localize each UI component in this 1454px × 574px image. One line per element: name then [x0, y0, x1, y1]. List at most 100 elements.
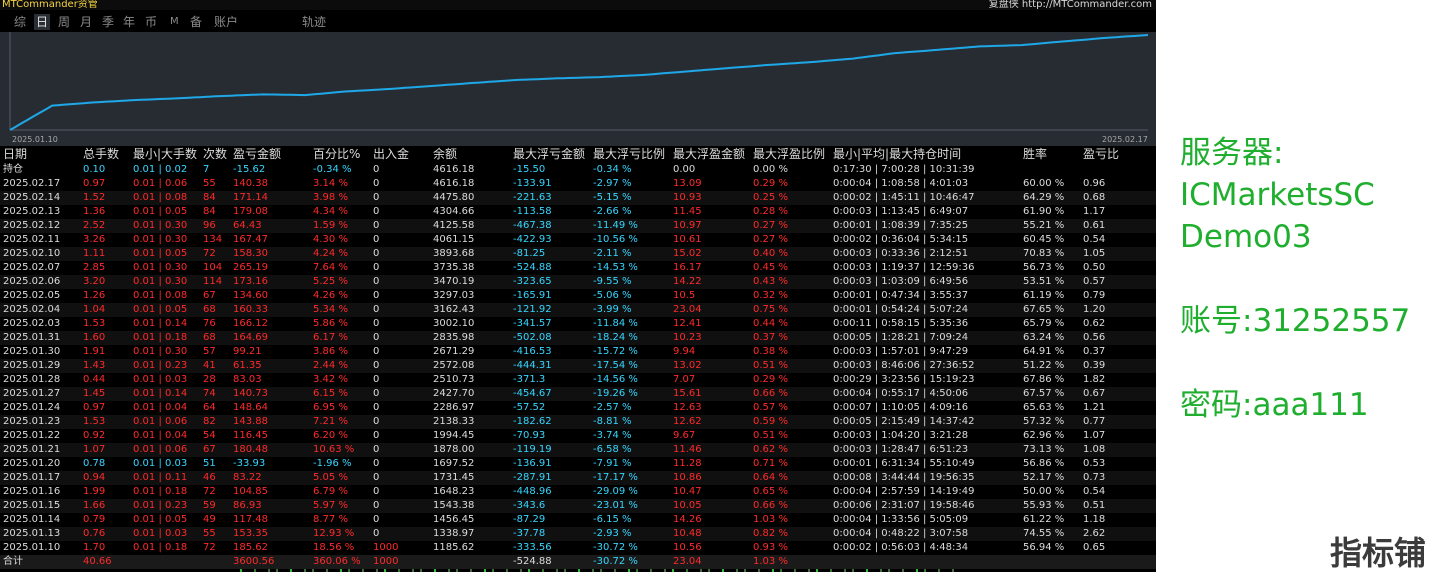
cell-8: -444.31	[513, 360, 552, 371]
cell-7: 1185.62	[433, 542, 475, 553]
cell-1: 1.04	[83, 304, 106, 315]
cell-10: 10.61	[673, 234, 702, 245]
cell-9: -23.01 %	[593, 500, 638, 511]
bottom-scroll-strip[interactable]	[0, 568, 1156, 572]
cell-8: -287.91	[513, 472, 552, 483]
cell-1: 1.99	[83, 486, 106, 497]
cell-1: 1.60	[83, 332, 106, 343]
cell-0: 2025.01.14	[3, 514, 61, 525]
cell-4: 185.62	[233, 542, 268, 553]
cell-3: 74	[203, 388, 216, 399]
cell-6: 0	[373, 206, 380, 217]
password-line: 密码:aaa111	[1180, 384, 1450, 426]
cell-4: 61.35	[233, 360, 262, 371]
cell-13: 62.96 %	[1023, 430, 1065, 441]
cell-12: 0:00:07 | 1:10:05 | 4:09:16	[833, 402, 969, 413]
table-row: 2025.01.10 1.70 0.01 | 0.18 72 185.62 18.56 %…	[0, 541, 1156, 555]
cell-13: 74.55 %	[1023, 528, 1065, 539]
cell-8: -221.63	[513, 192, 552, 203]
tab-1[interactable]: 日	[34, 14, 51, 30]
cell-11: 0.51 %	[753, 360, 788, 371]
cell-5: 3.86 %	[313, 346, 348, 357]
password-value: aaa111	[1252, 387, 1369, 423]
tab-3[interactable]: 月	[78, 14, 94, 30]
cell-2: 0.01 | 0.05	[133, 248, 188, 259]
cell-11: 0.25 %	[753, 192, 788, 203]
cell-3: 76	[203, 318, 216, 329]
tab-2[interactable]: 周	[56, 14, 72, 30]
cell-10: 14.26	[673, 514, 702, 525]
cell-1: 3.26	[83, 234, 106, 245]
cell-7: 2427.70	[433, 388, 475, 399]
cell-5: 4.24 %	[313, 248, 348, 259]
replay-link[interactable]: 复盘侠 http://MTCommander.com	[989, 0, 1152, 10]
cell-5: -1.96 %	[313, 458, 352, 469]
tab-7[interactable]: M	[168, 14, 181, 30]
cell-1: 1.53	[83, 318, 106, 329]
cell-9: -15.72 %	[593, 346, 638, 357]
cell-3: 64	[203, 402, 216, 413]
cell-3: 7	[203, 164, 210, 175]
cell-3: 67	[203, 444, 216, 455]
cell-3: 次数	[203, 147, 228, 161]
cell-2: 0.01 | 0.05	[133, 514, 188, 525]
cell-13: 56.94 %	[1023, 542, 1065, 553]
cell-4: -33.93	[233, 458, 266, 469]
tab-9[interactable]: 账户	[212, 14, 240, 30]
cell-13: 73.13 %	[1023, 444, 1065, 455]
password-label: 密码:	[1180, 387, 1253, 423]
cell-4: 99.21	[233, 346, 262, 357]
cell-1: 1.11	[83, 248, 106, 259]
cell-13: 50.00 %	[1023, 486, 1065, 497]
cell-4: 140.73	[233, 388, 268, 399]
cell-11: 0.62 %	[753, 444, 788, 455]
total-row: 合计 40.66 3600.56 360.06 % 1000 -524.88 -30.72 …	[0, 555, 1156, 569]
table-row: 2025.01.17 0.94 0.01 | 0.11 46 83.22 5.05 % 0 1…	[0, 471, 1156, 485]
cell-10: 12.41	[673, 318, 702, 329]
table-row: 2025.01.16 1.99 0.01 | 0.18 72 104.85 6.79 % 0…	[0, 485, 1156, 499]
tab-0[interactable]: 综	[12, 14, 28, 30]
cell-5: 6.17 %	[313, 332, 348, 343]
tab-4[interactable]: 季	[100, 14, 116, 30]
cell-14: 0.96	[1083, 178, 1106, 189]
cell-12: 最小|平均|最大持仓时间	[833, 147, 962, 161]
table-row: 2025.01.14 0.79 0.01 | 0.05 49 117.48 8.77 % 0…	[0, 513, 1156, 527]
table-row: 2025.01.21 1.07 0.01 | 0.06 67 180.48 10.63 %…	[0, 443, 1156, 457]
cell-3: 54	[203, 430, 216, 441]
cell-1: 1.45	[83, 388, 106, 399]
tab-8[interactable]: 备	[188, 14, 204, 30]
cell-0: 2025.02.17	[3, 178, 61, 189]
cell-14: 0.68	[1083, 192, 1106, 203]
cell-13: 胜率	[1023, 147, 1048, 161]
table-row: 2025.01.23 1.53 0.01 | 0.06 82 143.88 7.21 % 0…	[0, 415, 1156, 429]
cell-0: 2025.01.20	[3, 458, 61, 469]
cell-12: 0:00:03 | 1:28:47 | 6:51:23	[833, 444, 969, 455]
tab-10[interactable]: 轨迹	[300, 14, 328, 30]
cell-8: -113.58	[513, 206, 552, 217]
cell-4: 164.69	[233, 332, 268, 343]
cell-9: 最大浮亏比例	[593, 147, 666, 161]
cell-9: -2.93 %	[593, 528, 632, 539]
cell-11: 0.40 %	[753, 248, 788, 259]
cell-9: -14.53 %	[593, 262, 638, 273]
cell-6: 0	[373, 192, 380, 203]
cell-7: 余额	[433, 147, 458, 161]
tab-6[interactable]: 币	[143, 14, 159, 30]
cell-7: 2835.98	[433, 332, 475, 343]
cell-5: 4.34 %	[313, 206, 348, 217]
cell-11: 0.32 %	[753, 290, 788, 301]
chart-end-date: 2025.02.17	[1102, 135, 1148, 144]
cell-11: 0.59 %	[753, 416, 788, 427]
tab-5[interactable]: 年	[121, 14, 137, 30]
cell-9: -17.17 %	[593, 472, 638, 483]
cell-1: 0.10	[83, 164, 106, 175]
cell-5: 5.97 %	[313, 500, 348, 511]
cell-2: 0.01 | 0.03	[133, 374, 188, 385]
cell-0: 2025.02.10	[3, 248, 61, 259]
cell-9: -30.72 %	[593, 556, 638, 567]
cell-10: 10.05	[673, 500, 702, 511]
cell-3: 46	[203, 472, 216, 483]
watermark-text: 指标铺	[1330, 534, 1427, 572]
cell-6: 0	[373, 332, 380, 343]
cell-4: 3600.56	[233, 556, 275, 567]
